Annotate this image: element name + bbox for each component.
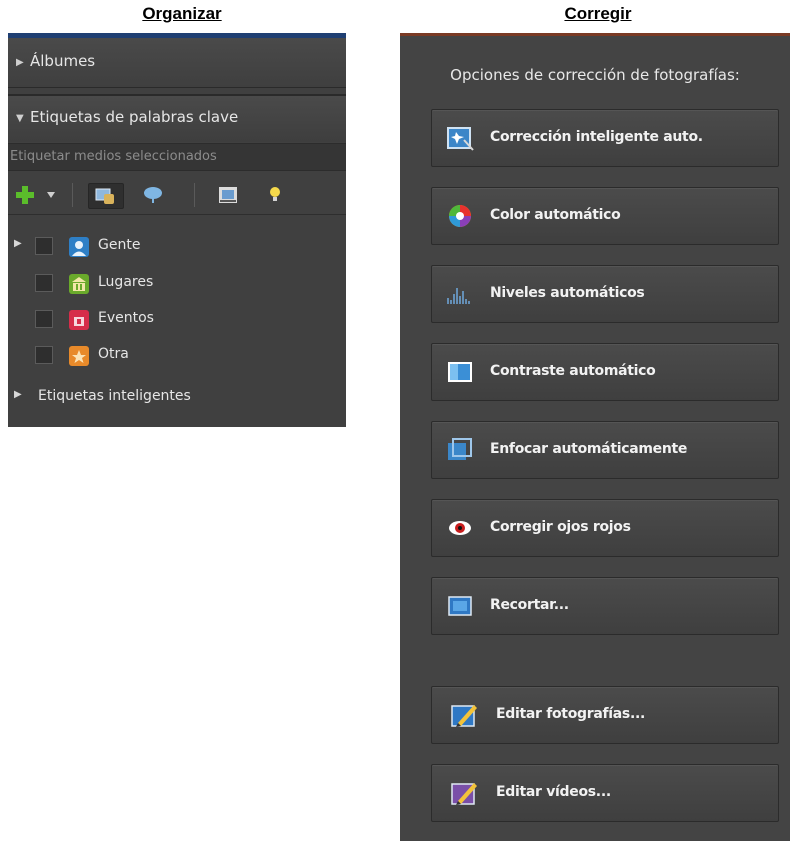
fix-options-title: Opciones de corrección de fotografías: xyxy=(450,66,740,84)
tag-row-gente[interactable]: ▶ Gente xyxy=(8,229,346,263)
edit-photos-button[interactable]: Editar fotografías... xyxy=(431,686,779,744)
organize-panel: ▶ Álbumes ▼ Etiquetas de palabras clave … xyxy=(8,33,346,427)
tag-checkbox[interactable] xyxy=(35,274,53,292)
button-label: Editar vídeos... xyxy=(496,784,611,800)
button-label: Enfocar automáticamente xyxy=(490,441,688,457)
red-eye-icon xyxy=(449,521,471,535)
image-tag-button[interactable] xyxy=(213,183,243,207)
smart-fix-icon xyxy=(447,127,474,151)
tag-row-eventos[interactable]: Eventos xyxy=(8,302,346,336)
smart-tags-label: Etiquetas inteligentes xyxy=(38,388,191,404)
keyword-tags-section-header[interactable]: ▼ Etiquetas de palabras clave xyxy=(8,94,346,142)
tag-label: Gente xyxy=(98,237,141,253)
crop-icon xyxy=(448,596,472,616)
toolbar-divider xyxy=(194,183,195,207)
tag-media-input[interactable]: Etiquetar medios seleccionados xyxy=(8,143,346,171)
crop-button[interactable]: Recortar... xyxy=(431,577,779,635)
add-tag-button[interactable] xyxy=(10,183,40,207)
keyword-tags-label: Etiquetas de palabras clave xyxy=(30,108,239,126)
button-label: Recortar... xyxy=(490,597,569,613)
edit-video-icon xyxy=(451,783,477,805)
expand-arrow-icon[interactable]: ▶ xyxy=(16,57,24,68)
people-tag-icon xyxy=(95,188,114,204)
person-icon xyxy=(69,237,89,257)
levels-icon xyxy=(447,288,470,304)
expand-arrow-icon[interactable]: ▶ xyxy=(14,238,22,249)
tag-checkbox[interactable] xyxy=(35,310,53,328)
event-icon xyxy=(69,310,89,330)
sharpen-icon xyxy=(448,438,472,460)
tag-label: Eventos xyxy=(98,310,154,326)
red-eye-button[interactable]: Corregir ojos rojos xyxy=(431,499,779,557)
toolbar-divider xyxy=(72,183,73,207)
edit-videos-button[interactable]: Editar vídeos... xyxy=(431,764,779,822)
fix-heading: Corregir xyxy=(564,4,632,23)
edit-photo-icon xyxy=(451,705,477,727)
tag-row-otra[interactable]: Otra xyxy=(8,338,346,372)
tag-label: Lugares xyxy=(98,274,154,290)
plus-icon xyxy=(16,186,34,204)
button-label: Niveles automáticos xyxy=(490,285,645,301)
color-wheel-icon xyxy=(449,205,471,227)
keyword-toolbar xyxy=(8,175,346,215)
tag-label: Otra xyxy=(98,346,129,362)
auto-color-button[interactable]: Color automático xyxy=(431,187,779,245)
dropdown-arrow-icon xyxy=(47,192,55,198)
star-icon xyxy=(69,346,89,366)
cloud-tag-button[interactable] xyxy=(138,183,168,207)
collapse-arrow-icon[interactable]: ▼ xyxy=(16,113,24,124)
smart-fix-button[interactable]: Corrección inteligente auto. xyxy=(431,109,779,167)
tag-row-lugares[interactable]: Lugares xyxy=(8,266,346,300)
expand-arrow-icon[interactable]: ▶ xyxy=(14,389,22,400)
organize-heading: Organizar xyxy=(142,4,222,23)
smart-tags-row[interactable]: ▶ Etiquetas inteligentes xyxy=(8,383,346,411)
button-label: Corrección inteligente auto. xyxy=(490,129,703,145)
button-label: Corregir ojos rojos xyxy=(490,519,631,535)
cloud-tag-icon xyxy=(144,187,162,203)
tag-checkbox[interactable] xyxy=(35,237,53,255)
auto-sharpen-button[interactable]: Enfocar automáticamente xyxy=(431,421,779,479)
image-icon xyxy=(219,187,237,203)
albums-section-header[interactable]: ▶ Álbumes xyxy=(8,38,346,88)
button-label: Contraste automático xyxy=(490,363,656,379)
albums-label: Álbumes xyxy=(30,52,96,70)
button-label: Editar fotografías... xyxy=(496,706,646,722)
button-label: Color automático xyxy=(490,207,621,223)
tag-checkbox[interactable] xyxy=(35,346,53,364)
people-tag-button[interactable] xyxy=(88,183,124,209)
add-tag-menu-button[interactable] xyxy=(44,183,58,207)
suggest-tag-button[interactable] xyxy=(263,183,287,207)
fix-panel: Opciones de corrección de fotografías: C… xyxy=(400,33,790,841)
lightbulb-icon xyxy=(270,187,280,201)
auto-levels-button[interactable]: Niveles automáticos xyxy=(431,265,779,323)
auto-contrast-button[interactable]: Contraste automático xyxy=(431,343,779,401)
contrast-icon xyxy=(448,362,472,382)
building-icon xyxy=(69,274,89,294)
